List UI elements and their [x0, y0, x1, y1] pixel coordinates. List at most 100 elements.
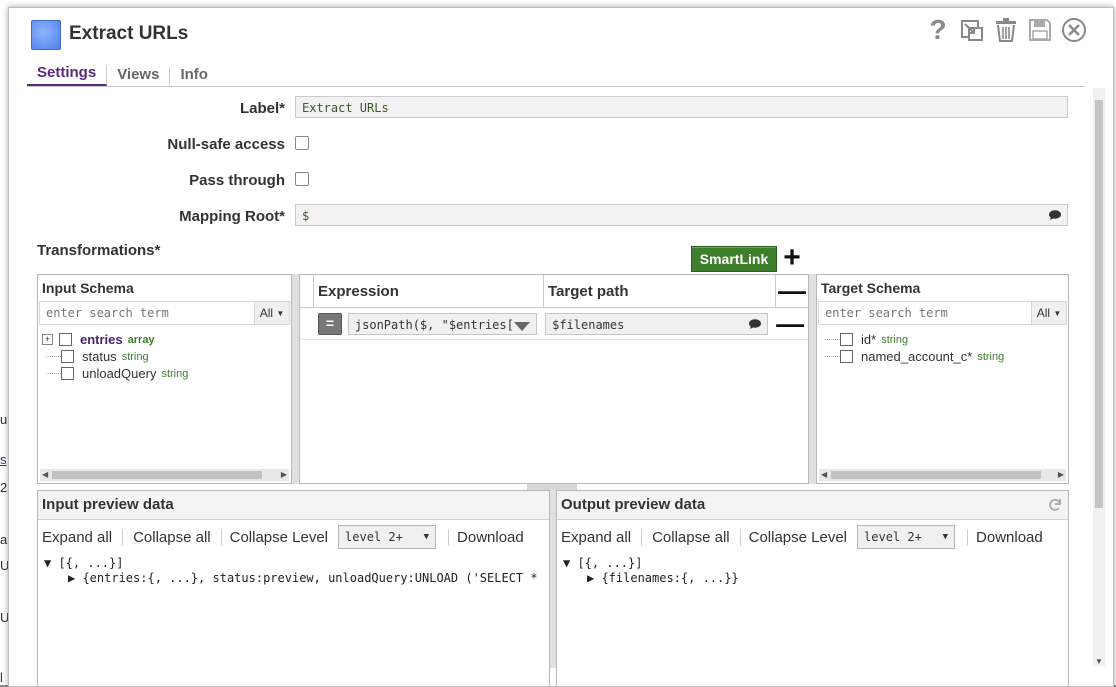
scroll-down-icon[interactable]: ▼ [1095, 657, 1103, 666]
pass-through-label: Pass through [189, 172, 285, 189]
scroll-thumb[interactable] [1095, 100, 1103, 508]
mapping-root-input[interactable]: $ [295, 204, 1068, 226]
save-icon-svg [1029, 19, 1051, 41]
target-path-header: Target path [544, 275, 776, 307]
scroll-left-icon[interactable]: ◀ [821, 470, 827, 479]
preview-tree-node[interactable]: ▶ {entries:{, ...}, status:preview, unlo… [44, 571, 549, 586]
field-checkbox[interactable] [61, 367, 74, 380]
tab-info[interactable]: Info [170, 67, 218, 86]
field-checkbox[interactable] [840, 350, 853, 363]
target-schema-filter-label: All [1036, 306, 1051, 320]
preview-tree-node[interactable]: ▼ [{, ...}] [563, 556, 1068, 571]
input-collapse-all-button[interactable]: Collapse all [131, 528, 222, 546]
export-icon[interactable] [959, 16, 985, 44]
remove-all-button[interactable]: — [776, 275, 808, 307]
expression-chat-icon[interactable] [1049, 210, 1061, 220]
mapping-root-value: $ [302, 209, 310, 223]
mapping-table-header: Expression Target path — [300, 275, 808, 308]
output-download-button[interactable]: Download [967, 528, 1053, 546]
expression-input[interactable]: jsonPath($, "$entries[ [347, 313, 538, 335]
output-collapse-all-button[interactable]: Collapse all [650, 528, 741, 546]
close-icon-svg [1062, 18, 1086, 42]
chevron-down-icon: ▼ [942, 532, 949, 542]
input-schema-tree: + entries array status string unloadQuer… [38, 331, 291, 382]
input-schema-search-input[interactable] [40, 302, 254, 324]
header-spacer [300, 275, 314, 307]
remove-row-button[interactable]: — [772, 310, 808, 338]
scroll-thumb[interactable] [52, 471, 262, 479]
input-preview-toolbar: Expand all Collapse all Collapse Level l… [38, 520, 549, 554]
output-level-select[interactable]: level 2+ ▼ [857, 525, 956, 549]
add-row-button[interactable]: + [779, 243, 805, 273]
scroll-right-icon[interactable]: ▶ [1058, 470, 1064, 479]
null-safe-checkbox[interactable] [295, 136, 309, 150]
output-preview-toolbar: Expand all Collapse all Collapse Level l… [557, 520, 1068, 554]
chevron-down-icon: ▼ [276, 308, 285, 318]
save-icon[interactable] [1027, 16, 1053, 44]
input-preview-title: Input preview data [38, 491, 549, 520]
schema-field-row[interactable]: id* string [821, 331, 1068, 348]
expression-chat-icon[interactable] [749, 319, 762, 329]
tab-views[interactable]: Views [107, 67, 171, 86]
smartlink-button[interactable]: SmartLink [691, 246, 777, 272]
expand-icon[interactable]: + [42, 334, 53, 345]
label-field-label: Label* [239, 100, 285, 117]
schema-field-row[interactable]: status string [42, 348, 291, 365]
output-preview-title: Output preview data [557, 491, 1068, 520]
input-schema-search: All ▼ [39, 301, 290, 325]
chevron-down-icon[interactable] [514, 322, 531, 331]
tree-connector [825, 356, 840, 357]
dialog-vscroll[interactable]: ▼ [1093, 88, 1105, 666]
schema-field-row[interactable]: named_account_c* string [821, 348, 1068, 365]
refresh-icon[interactable] [1048, 498, 1062, 512]
input-level-select[interactable]: level 2+ ▼ [338, 525, 437, 549]
background-text: a [0, 532, 8, 547]
help-icon[interactable]: ? [925, 14, 951, 45]
scroll-right-icon[interactable]: ▶ [281, 470, 287, 479]
target-path-input[interactable]: $filenames [545, 313, 769, 335]
target-schema-hscroll[interactable]: ◀ ▶ [819, 469, 1066, 481]
tree-connector [46, 373, 61, 374]
right-splitter[interactable] [809, 274, 816, 484]
preview-tree-node[interactable]: ▶ {filenames:{, ...}} [563, 571, 1068, 586]
background-text: u [0, 412, 8, 427]
delete-icon[interactable] [993, 16, 1019, 44]
tree-connector [825, 339, 840, 340]
input-expand-all-button[interactable]: Expand all [40, 528, 124, 546]
preview-tree-node[interactable]: ▼ [{, ...}] [44, 556, 549, 571]
pass-through-checkbox[interactable] [295, 172, 309, 186]
output-expand-all-button[interactable]: Expand all [559, 528, 643, 546]
field-checkbox[interactable] [59, 333, 72, 346]
input-collapse-level-label: Collapse Level [229, 528, 329, 546]
expression-toggle-button[interactable]: = [318, 313, 342, 335]
target-schema-filter[interactable]: All ▼ [1031, 302, 1066, 324]
input-schema-hscroll[interactable]: ◀ ▶ [40, 469, 289, 481]
scroll-thumb[interactable] [831, 471, 1041, 479]
label-row: Label* Extract URLs [9, 96, 1089, 120]
input-schema-filter[interactable]: All ▼ [254, 302, 289, 324]
input-preview-panel: Input preview data Expand all Collapse a… [37, 490, 550, 686]
export-icon-svg [961, 20, 983, 41]
output-level-value: level 2+ [864, 530, 922, 544]
null-safe-row: Null-safe access [9, 132, 1089, 156]
target-schema-search-input[interactable] [819, 302, 1031, 324]
field-checkbox[interactable] [840, 333, 853, 346]
input-download-button[interactable]: Download [448, 528, 534, 546]
left-splitter[interactable] [292, 274, 299, 484]
expression-value: jsonPath($, "$entries[ [354, 318, 514, 332]
field-checkbox[interactable] [61, 350, 74, 363]
background-text: 2 [0, 480, 8, 495]
scroll-left-icon[interactable]: ◀ [42, 470, 48, 479]
target-schema-search: All ▼ [818, 301, 1067, 325]
tab-bar: Settings Views Info [27, 64, 1085, 87]
close-icon[interactable] [1061, 16, 1087, 44]
schema-field-row[interactable]: unloadQuery string [42, 365, 291, 382]
label-input[interactable]: Extract URLs [295, 96, 1068, 118]
chevron-down-icon: ▼ [423, 532, 430, 542]
mapping-row: = jsonPath($, "$entries[ $filenames — [300, 309, 808, 340]
expression-header: Expression [314, 275, 544, 307]
schema-field-row[interactable]: + entries array [42, 331, 291, 348]
tab-settings[interactable]: Settings [27, 65, 108, 86]
field-name: status [82, 349, 117, 364]
snap-icon [31, 20, 61, 50]
